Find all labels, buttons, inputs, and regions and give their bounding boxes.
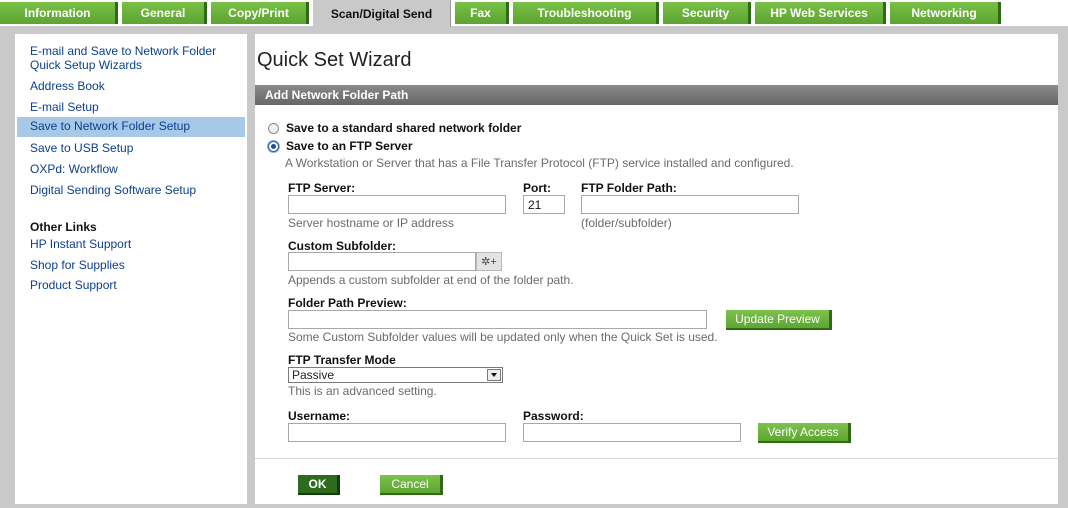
verify-access-button[interactable]: Verify Access [758,423,851,443]
tab-general[interactable]: General [122,2,207,24]
custom-subfolder-hint: Appends a custom subfolder at end of the… [288,273,574,287]
other-links-heading: Other Links [30,220,97,234]
top-tab-bar: Information General Copy/Print Scan/Digi… [0,0,1068,27]
folder-path-input[interactable] [581,195,799,214]
radio-ftp-server[interactable] [268,141,279,152]
main-panel: Quick Set Wizard Add Network Folder Path… [255,34,1058,504]
ftp-server-input[interactable] [288,195,506,214]
username-label: Username: [288,409,351,423]
sidebar-item-save-to-network-folder[interactable]: Save to Network Folder Setup [17,117,245,137]
cancel-button[interactable]: Cancel [380,475,443,495]
update-preview-button[interactable]: Update Preview [726,310,832,330]
ftp-server-hint: Server hostname or IP address [288,216,454,230]
section-header: Add Network Folder Path [255,85,1058,105]
insert-subfolder-icon[interactable]: ✲+ [476,252,502,271]
radio-ftp-server-label: Save to an FTP Server [286,139,413,153]
transfer-mode-label: FTP Transfer Mode [288,353,396,367]
preview-hint: Some Custom Subfolder values will be upd… [288,330,718,344]
tab-hp-web-services[interactable]: HP Web Services [755,2,886,24]
footer-divider [255,458,1058,459]
password-label: Password: [523,409,584,423]
transfer-mode-value: Passive [292,368,335,382]
tab-security[interactable]: Security [663,2,751,24]
tab-troubleshooting[interactable]: Troubleshooting [513,2,659,24]
custom-subfolder-input[interactable] [288,252,476,271]
port-label: Port: [523,181,551,195]
chevron-down-icon[interactable] [487,369,501,381]
tab-copy-print[interactable]: Copy/Print [211,2,309,24]
username-input[interactable] [288,423,506,442]
link-hp-instant-support[interactable]: HP Instant Support [17,235,245,253]
tab-fax[interactable]: Fax [455,2,509,24]
link-shop-for-supplies[interactable]: Shop for Supplies [17,256,245,274]
page-title: Quick Set Wizard [257,49,412,71]
tab-networking[interactable]: Networking [890,2,1001,24]
sidebar-item-address-book[interactable]: Address Book [17,77,245,95]
radio-standard-folder[interactable] [268,123,279,134]
password-input[interactable] [523,423,741,442]
preview-input[interactable] [288,310,707,329]
transfer-mode-hint: This is an advanced setting. [288,384,437,398]
sidebar: E-mail and Save to Network Folder Quick … [15,34,247,504]
ftp-server-label: FTP Server: [288,181,356,195]
sidebar-item-quick-setup-wizards[interactable]: E-mail and Save to Network Folder Quick … [17,42,245,74]
sidebar-item-oxpd-workflow[interactable]: OXPd: Workflow [17,160,245,178]
tab-scan-digital-send[interactable]: Scan/Digital Send [313,0,451,27]
port-input[interactable] [523,195,565,214]
link-product-support[interactable]: Product Support [17,276,245,294]
tab-information[interactable]: Information [0,2,118,24]
custom-subfolder-label: Custom Subfolder: [288,239,396,253]
sidebar-item-email-setup[interactable]: E-mail Setup [17,98,245,116]
preview-label: Folder Path Preview: [288,296,407,310]
folder-path-label: FTP Folder Path: [581,181,677,195]
transfer-mode-select[interactable]: Passive [288,367,503,383]
ftp-description: A Workstation or Server that has a File … [285,156,794,170]
ok-button[interactable]: OK [298,475,340,495]
sidebar-item-digital-sending-software[interactable]: Digital Sending Software Setup [17,181,245,199]
radio-standard-folder-label: Save to a standard shared network folder [286,121,522,135]
folder-path-hint: (folder/subfolder) [581,216,672,230]
sidebar-item-save-to-usb[interactable]: Save to USB Setup [17,139,245,157]
